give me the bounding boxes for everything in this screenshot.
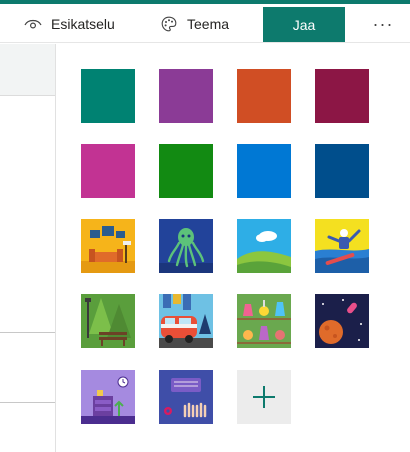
add-custom-theme-button[interactable] bbox=[237, 370, 291, 424]
color-swatch-maroon[interactable] bbox=[315, 69, 369, 123]
color-swatch-green[interactable] bbox=[159, 144, 213, 198]
more-options-button[interactable]: ··· bbox=[369, 7, 397, 41]
image-theme-space-rocket[interactable] bbox=[315, 294, 369, 348]
left-panel-selected-block bbox=[0, 44, 55, 96]
color-swatch-navy[interactable] bbox=[315, 144, 369, 198]
left-panel bbox=[0, 44, 56, 452]
left-panel-divider bbox=[0, 402, 55, 403]
theme-label: Teema bbox=[187, 16, 230, 32]
image-theme-living-room[interactable] bbox=[81, 219, 135, 273]
toolbar: Esikatselu Teema Jaa ··· bbox=[0, 4, 410, 43]
plus-icon bbox=[251, 384, 277, 410]
ellipsis-icon: ··· bbox=[372, 13, 394, 34]
eye-icon bbox=[24, 15, 42, 33]
image-theme-sky-hills[interactable] bbox=[237, 219, 291, 273]
share-label: Jaa bbox=[292, 16, 316, 33]
image-theme-snowboarder[interactable] bbox=[315, 219, 369, 273]
color-swatch-teal[interactable] bbox=[81, 69, 135, 123]
image-theme-keyboard-desk[interactable] bbox=[159, 370, 213, 424]
left-panel-divider bbox=[0, 332, 55, 333]
color-swatch-magenta[interactable] bbox=[81, 144, 135, 198]
color-swatch-purple[interactable] bbox=[159, 69, 213, 123]
image-theme-chemistry-lab[interactable] bbox=[237, 294, 291, 348]
theme-grid bbox=[81, 69, 381, 429]
color-swatch-orange[interactable] bbox=[237, 69, 291, 123]
theme-button[interactable]: Teema bbox=[160, 7, 229, 41]
image-theme-van-city[interactable] bbox=[159, 294, 213, 348]
image-theme-purple-room[interactable] bbox=[81, 370, 135, 424]
palette-icon bbox=[160, 15, 178, 33]
color-swatch-blue[interactable] bbox=[237, 144, 291, 198]
share-button[interactable]: Jaa bbox=[263, 7, 345, 42]
image-theme-forest-bench[interactable] bbox=[81, 294, 135, 348]
image-theme-octopus[interactable] bbox=[159, 219, 213, 273]
theme-picker-window: Esikatselu Teema Jaa ··· bbox=[0, 0, 410, 452]
preview-button[interactable]: Esikatselu bbox=[24, 7, 115, 41]
preview-label: Esikatselu bbox=[51, 16, 115, 32]
